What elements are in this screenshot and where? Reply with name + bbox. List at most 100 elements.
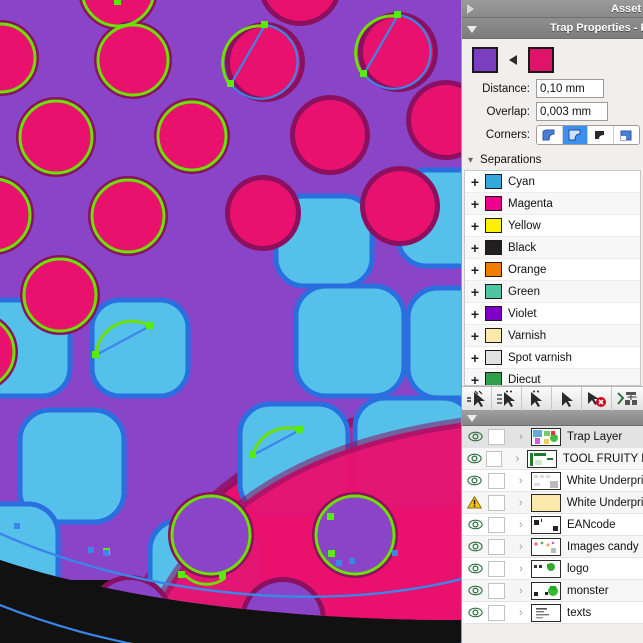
layer-thumbnail[interactable] [531, 581, 561, 600]
eye-icon[interactable] [467, 607, 483, 618]
trap-from-color-swatch[interactable] [472, 47, 498, 73]
trap-select-equal-button[interactable] [462, 386, 492, 411]
layer-lock-checkbox[interactable] [488, 604, 505, 621]
layer-lock-checkbox[interactable] [488, 516, 505, 533]
eye-icon[interactable] [467, 519, 483, 530]
trap-select-center-button[interactable] [492, 386, 522, 411]
plus-icon[interactable]: + [465, 351, 485, 365]
plus-icon[interactable]: + [465, 175, 485, 189]
separation-color-swatch[interactable] [485, 306, 502, 321]
chevron-right-icon[interactable]: › [511, 585, 531, 597]
plus-icon[interactable]: + [465, 329, 485, 343]
separation-color-swatch[interactable] [485, 218, 502, 233]
chevron-right-icon[interactable]: › [511, 563, 531, 575]
layer-thumbnail[interactable] [530, 471, 561, 490]
chevron-right-icon[interactable]: › [511, 607, 531, 619]
layer-visibility-toggle[interactable] [462, 541, 488, 552]
layer-visibility-toggle[interactable] [462, 585, 488, 596]
separation-color-swatch[interactable] [485, 196, 502, 211]
layer-thumbnail[interactable] [530, 493, 561, 512]
separation-row[interactable]: + Cyan [465, 171, 640, 193]
separation-color-swatch[interactable] [485, 240, 502, 255]
eye-icon[interactable] [467, 541, 483, 552]
corner-style-round-button[interactable] [537, 125, 563, 144]
eye-icon[interactable] [467, 431, 483, 442]
layer-lock-checkbox[interactable] [488, 428, 505, 445]
layers-panel-header[interactable] [462, 411, 643, 426]
chevron-right-icon[interactable]: › [511, 475, 531, 487]
corner-style-square-button[interactable] [613, 125, 639, 144]
layer-visibility-toggle[interactable] [462, 519, 488, 530]
layer-visibility-toggle[interactable] [462, 475, 488, 486]
separation-row[interactable]: + Varnish [465, 325, 640, 347]
layer-row[interactable]: › EANcode [462, 514, 643, 536]
trap-properties-titlebar[interactable]: Trap Properties - Pr [462, 18, 643, 39]
layer-row[interactable]: › TOOL FRUITY B [462, 448, 643, 470]
separation-color-swatch[interactable] [485, 350, 502, 365]
eye-icon[interactable] [466, 453, 482, 464]
layer-visibility-toggle[interactable] [462, 496, 488, 509]
layer-visibility-toggle[interactable] [462, 453, 486, 464]
plus-icon[interactable]: + [465, 307, 485, 321]
chevron-right-icon[interactable]: › [511, 519, 531, 531]
separation-row[interactable]: + Black [465, 237, 640, 259]
layer-row[interactable]: › Images candy [462, 536, 643, 558]
trap-to-color-swatch[interactable] [528, 47, 554, 73]
layer-visibility-toggle[interactable] [462, 563, 488, 574]
corner-style-bevel-button[interactable] [588, 125, 614, 144]
separation-color-swatch[interactable] [485, 262, 502, 277]
separations-header[interactable]: ▾ Separations [462, 150, 643, 170]
plus-icon[interactable]: + [465, 219, 485, 233]
eye-icon[interactable] [467, 563, 483, 574]
distance-input[interactable] [536, 79, 604, 98]
artwork-canvas[interactable] [0, 0, 461, 643]
separation-row[interactable]: + Violet [465, 303, 640, 325]
layer-lock-checkbox[interactable] [488, 560, 505, 577]
layer-lock-checkbox[interactable] [488, 582, 505, 599]
trap-select-dashed-button[interactable] [522, 386, 552, 411]
chevron-right-icon[interactable]: › [511, 541, 531, 553]
chevron-right-icon[interactable]: › [508, 453, 527, 465]
plus-icon[interactable]: + [465, 197, 485, 211]
separation-row[interactable]: + Magenta [465, 193, 640, 215]
trap-delete-button[interactable] [582, 386, 612, 411]
separation-color-swatch[interactable] [485, 174, 502, 189]
layer-thumbnail[interactable] [531, 603, 561, 622]
corner-style-miter-button[interactable] [562, 125, 588, 144]
layer-visibility-toggle[interactable] [462, 431, 488, 442]
separation-row[interactable]: + Yellow [465, 215, 640, 237]
plus-icon[interactable]: + [465, 263, 485, 277]
eye-icon[interactable] [467, 475, 483, 486]
separation-row[interactable]: + Spot varnish [465, 347, 640, 369]
chevron-right-icon[interactable]: › [511, 431, 531, 443]
layer-thumbnail[interactable] [526, 449, 557, 468]
layer-row[interactable]: › White Underpri [462, 492, 643, 514]
layer-thumbnail[interactable] [531, 427, 561, 446]
trap-distribute-button[interactable] [612, 387, 642, 411]
layer-thumbnail[interactable] [531, 515, 561, 534]
overlap-input[interactable] [536, 102, 608, 121]
layer-visibility-toggle[interactable] [462, 607, 488, 618]
separations-list[interactable]: + Cyan + Magenta + Yellow + Black + Orange + Green +… [464, 170, 641, 386]
plus-icon[interactable]: + [465, 373, 485, 386]
layer-row[interactable]: › logo [462, 558, 643, 580]
layer-thumbnail[interactable] [531, 537, 561, 556]
separation-color-swatch[interactable] [485, 328, 502, 343]
layer-lock-checkbox[interactable] [486, 450, 503, 467]
layer-row[interactable]: › monster [462, 580, 643, 602]
separation-row[interactable]: + Orange [465, 259, 640, 281]
chevron-right-icon[interactable]: › [511, 497, 531, 509]
plus-icon[interactable]: + [465, 285, 485, 299]
plus-icon[interactable]: + [465, 241, 485, 255]
layer-thumbnail[interactable] [531, 559, 561, 578]
layer-row[interactable]: › White Underpri [462, 470, 643, 492]
layer-lock-checkbox[interactable] [487, 472, 505, 489]
chevron-down-icon[interactable]: ▾ [468, 155, 473, 166]
separation-row[interactable]: + Green [465, 281, 640, 303]
layer-row[interactable]: › texts [462, 602, 643, 624]
triangle-down-icon[interactable] [467, 414, 477, 422]
layer-lock-checkbox[interactable] [488, 538, 505, 555]
layers-list[interactable]: › Trap Layer › TOOL FRUITY B › White Underpri… [462, 426, 643, 624]
assets-panel-titlebar[interactable]: Asset [462, 0, 643, 18]
separation-row[interactable]: + Diecut [465, 369, 640, 386]
